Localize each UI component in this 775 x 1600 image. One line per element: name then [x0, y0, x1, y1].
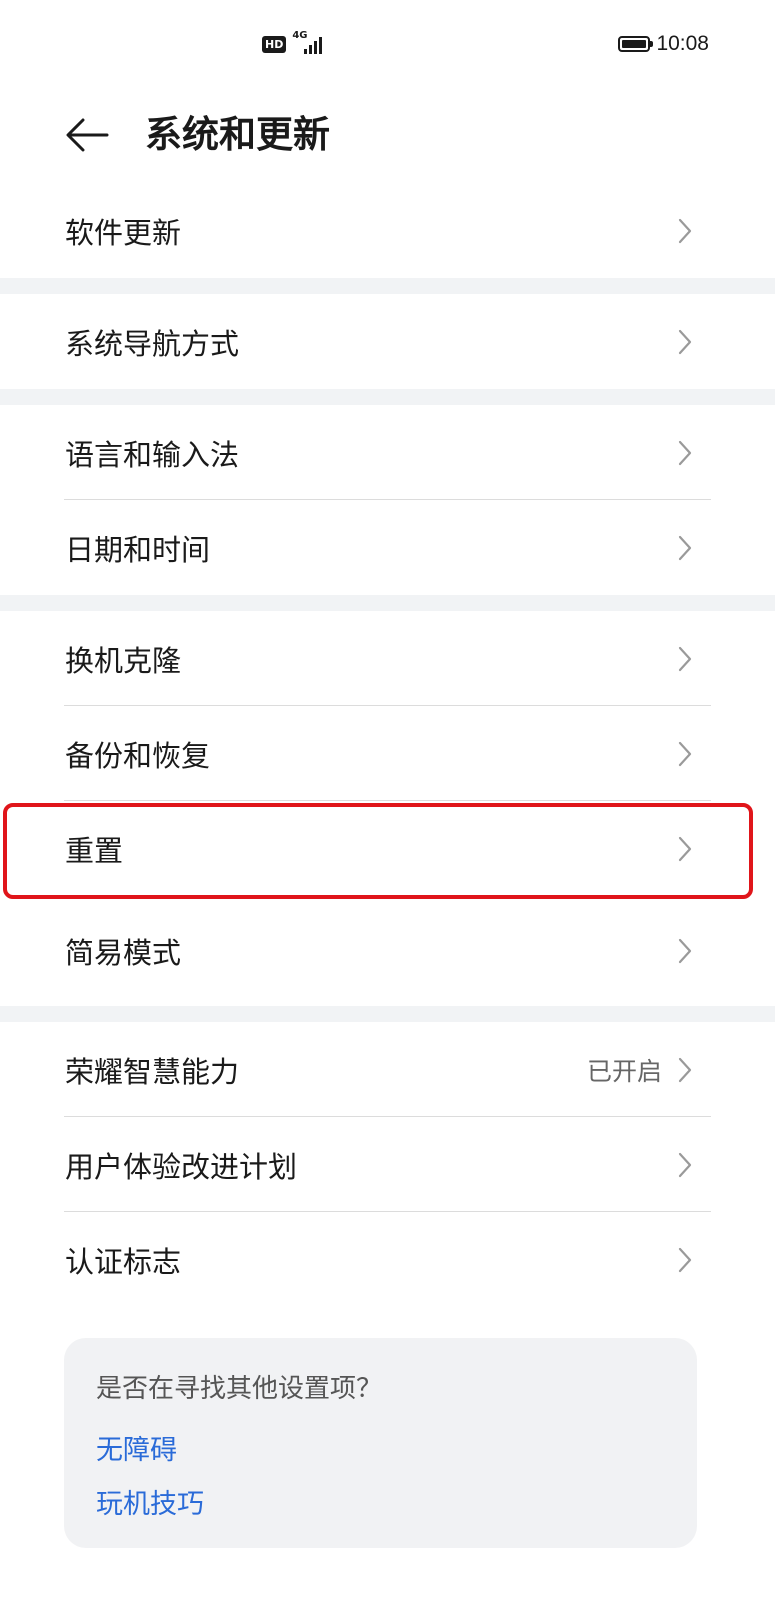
settings-item-reset[interactable]: 重置 [0, 801, 775, 896]
settings-item-navigation[interactable]: 系统导航方式 [0, 294, 775, 389]
settings-group: 系统导航方式 [0, 294, 775, 389]
settings-item-software-update[interactable]: 软件更新 [0, 183, 775, 278]
chevron-right-icon [678, 741, 692, 766]
tips-link[interactable]: 玩机技巧 [96, 1482, 204, 1521]
settings-item-user-experience[interactable]: 用户体验改进计划 [0, 1117, 775, 1212]
settings-item-label: 荣耀智慧能力 [65, 1054, 240, 1089]
settings-item-label: 软件更新 [65, 215, 182, 250]
settings-item-label: 用户体验改进计划 [65, 1149, 298, 1184]
settings-item-label: 重置 [65, 833, 124, 868]
signal-icon: 4G [292, 30, 326, 56]
status-time: 10:08 [656, 32, 709, 55]
accessibility-link[interactable]: 无障碍 [96, 1428, 177, 1467]
settings-list: 软件更新 系统导航方式 语言和输入法 日期和时间 换机克隆 备份和恢复 重置 简… [0, 180, 775, 1307]
chevron-right-icon [678, 938, 692, 964]
settings-item-language-input[interactable]: 语言和输入法 [0, 405, 775, 500]
group-separator [0, 1006, 775, 1022]
settings-item-label: 系统导航方式 [65, 326, 240, 361]
settings-item-backup-restore[interactable]: 备份和恢复 [0, 706, 775, 801]
settings-group: 软件更新 [0, 180, 775, 278]
settings-item-label: 语言和输入法 [65, 437, 240, 472]
chevron-right-icon [678, 218, 692, 243]
page-title: 系统和更新 [145, 113, 330, 156]
settings-item-label: 日期和时间 [65, 532, 211, 567]
hd-icon: HD [262, 35, 287, 53]
status-value: 已开启 [586, 1056, 662, 1086]
status-center: HD 4G [262, 30, 326, 58]
chevron-right-icon [678, 329, 692, 354]
settings-item-certification[interactable]: 认证标志 [0, 1212, 775, 1307]
settings-item-phone-clone[interactable]: 换机克隆 [0, 611, 775, 706]
settings-item-date-time[interactable]: 日期和时间 [0, 500, 775, 595]
settings-group: 语言和输入法 日期和时间 [0, 405, 775, 595]
chevron-right-icon [678, 1152, 692, 1177]
settings-item-label: 认证标志 [65, 1244, 182, 1279]
settings-item-label: 换机克隆 [65, 643, 182, 678]
back-button[interactable] [60, 108, 114, 162]
group-separator [0, 389, 775, 405]
chevron-right-icon [678, 1247, 692, 1272]
battery-icon [618, 36, 654, 52]
app-header: 系统和更新 [0, 90, 775, 180]
group-separator [0, 595, 775, 611]
suggestion-card: 是否在寻找其他设置项？ 无障碍 玩机技巧 [64, 1338, 697, 1548]
chevron-right-icon [678, 1057, 692, 1082]
settings-item-honor-intelligence[interactable]: 荣耀智慧能力 已开启 [0, 1022, 775, 1117]
status-bar: HD 4G 10:08 [0, 0, 775, 90]
chevron-right-icon [678, 440, 692, 465]
chevron-right-icon [678, 535, 692, 560]
settings-item-label: 备份和恢复 [65, 738, 211, 773]
chevron-right-icon [678, 646, 692, 671]
settings-group: 换机克隆 备份和恢复 重置 简易模式 [0, 611, 775, 1006]
settings-item-label: 简易模式 [65, 936, 182, 970]
status-right: 10:08 [618, 30, 709, 58]
settings-item-simple-mode[interactable]: 简易模式 [0, 896, 775, 1006]
settings-group: 荣耀智慧能力 已开启 用户体验改进计划 认证标志 [0, 1022, 775, 1307]
group-separator [0, 278, 775, 294]
chevron-right-icon [678, 836, 692, 861]
suggestion-question: 是否在寻找其他设置项？ [96, 1374, 383, 1404]
back-arrow-icon [66, 118, 109, 152]
